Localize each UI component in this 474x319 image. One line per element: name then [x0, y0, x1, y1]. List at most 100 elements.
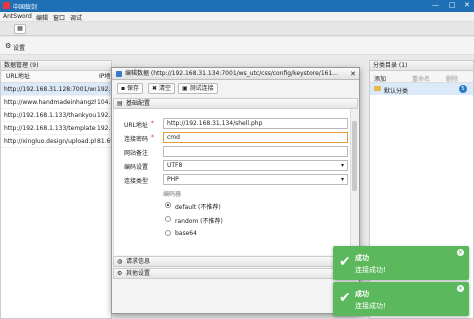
add-category-button[interactable]: 添加	[374, 74, 386, 83]
row-ip: 192.16	[97, 125, 111, 132]
edit-data-dialog: 编辑数据 (http://192.168.31.134:7001/ws_utc/…	[111, 67, 360, 314]
menu-debug[interactable]: 调试	[70, 13, 82, 22]
close-icon[interactable]: ✕	[457, 249, 464, 256]
table-row[interactable]: http://192.168.1.133/templates/b192.16	[1, 122, 111, 135]
request-info-section[interactable]: 请求信息	[113, 256, 358, 267]
clear-label: 清空	[158, 85, 171, 92]
clear-button[interactable]: ✖ 清空	[148, 83, 175, 94]
save-button[interactable]: ▪ 保存	[117, 83, 144, 94]
data-management-panel: 数据管理 (9) URL地址 IP地址 http://192.168.31.12…	[0, 60, 112, 319]
chevron-down-icon: ▾	[340, 162, 344, 169]
row-ip: 104.2	[97, 99, 111, 106]
row-url: http://192.168.31.128:7001/ws_u	[4, 86, 96, 93]
encoder-group: default (不推荐) random (不推荐) base64	[114, 199, 314, 249]
toast-title: 成功	[355, 254, 369, 262]
table-header: URL地址 IP地址	[1, 71, 111, 92]
test-connection-button[interactable]: ▣ 测试连接	[178, 83, 218, 94]
gear-icon: ⚙	[5, 42, 12, 50]
encoder-option-default[interactable]: default (不推荐)	[165, 201, 315, 211]
test-label: 测试连接	[189, 85, 214, 92]
table-row[interactable]: http://192.168.1.133/thankyou.ph192.16	[1, 109, 111, 122]
encoder-option-base64[interactable]: base64	[165, 229, 315, 238]
rename-category-button[interactable]: 重命名	[412, 74, 430, 83]
close-window-button[interactable]: ✕	[464, 1, 470, 10]
close-icon[interactable]: ✕	[350, 68, 356, 80]
list-icon: ▤	[117, 100, 123, 107]
basic-config-form: URL地址 * http://192.168.31.134/shell.php …	[113, 109, 358, 255]
row-ip: 192.16	[97, 112, 111, 119]
toast-message: 连接成功!	[355, 302, 386, 310]
row-ip: 81.69	[97, 138, 111, 145]
close-icon[interactable]: ✕	[457, 285, 464, 292]
scrollbar-thumb[interactable]	[352, 121, 357, 191]
table-row[interactable]: http://192.168.31.128:7001/ws_u192.16	[1, 83, 111, 96]
encoding-value: UTF8	[167, 162, 183, 169]
toast-title: 成功	[355, 290, 369, 298]
encoder-label: 编码器	[163, 191, 182, 198]
test-icon: ▣	[182, 85, 188, 92]
url-input[interactable]: http://192.168.31.134/shell.php	[163, 118, 348, 129]
category-label: 默认分类	[384, 88, 409, 95]
settings-button[interactable]: 设置	[13, 43, 25, 52]
category-item[interactable]: 默认分类 5	[370, 83, 473, 95]
cog-icon: ⚙	[117, 270, 123, 277]
radio-default[interactable]	[165, 202, 171, 208]
category-panel: 分类目录 (1) 添加 重命名 删除 默认分类 5	[369, 60, 474, 319]
minimize-button[interactable]: —	[432, 1, 439, 10]
table-row[interactable]: http://xingluo.design/upload.php81.69	[1, 135, 111, 148]
radio-random[interactable]	[165, 216, 171, 222]
grid-icon[interactable]: ▦	[14, 24, 26, 34]
check-icon: ✔	[339, 290, 351, 306]
toast-message: 连接成功!	[355, 266, 386, 274]
check-icon: ✔	[339, 254, 351, 270]
dialog-title: 编辑数据 (http://192.168.31.134:7001/ws_utc/…	[125, 70, 338, 77]
required-mark: *	[151, 120, 154, 127]
category-toolbar: 添加 重命名 删除	[370, 71, 473, 83]
encoder-option-random[interactable]: random (不推荐)	[165, 215, 315, 225]
password-label: 连接密码	[124, 136, 149, 143]
window-title: 中国蚁剑	[13, 4, 38, 11]
toolbar: ⚙ 设置	[0, 37, 474, 55]
basic-config-section[interactable]: 基础配置	[113, 98, 358, 109]
save-label: 保存	[127, 85, 140, 92]
tab-bar: ▦	[0, 22, 474, 36]
chevron-down-icon: ▾	[340, 176, 344, 183]
folder-icon	[374, 86, 381, 91]
count-badge: 5	[459, 85, 467, 93]
menu-antsword[interactable]: AntSword	[3, 13, 32, 20]
required-mark: *	[151, 134, 154, 141]
globe-icon: ◍	[117, 258, 123, 265]
panel-title: 分类目录 (1)	[370, 61, 473, 71]
menu-bar: AntSword 编辑 窗口 调试	[0, 12, 474, 22]
window-titlebar: 中国蚁剑 — □ ✕	[0, 0, 474, 12]
section-label: 请求信息	[126, 258, 151, 265]
dialog-header: 编辑数据 (http://192.168.31.134:7001/ws_utc/…	[112, 68, 359, 80]
row-url: http://www.handmadeinhangzhou.	[4, 99, 96, 106]
url-label: URL地址	[124, 122, 148, 129]
maximize-button[interactable]: □	[449, 1, 456, 10]
panel-title: 数据管理 (9)	[1, 61, 111, 71]
form-scrollbar[interactable]	[350, 109, 358, 255]
password-input[interactable]: cmd	[163, 132, 348, 143]
row-url: http://xingluo.design/upload.php	[4, 138, 96, 145]
app-icon	[3, 2, 10, 9]
encoding-select[interactable]: UTF8 ▾	[163, 160, 348, 171]
section-label: 基础配置	[126, 100, 151, 107]
row-url: http://192.168.1.133/thankyou.ph	[4, 112, 96, 119]
other-settings-section[interactable]: 其他设置	[113, 268, 358, 279]
radio-base64[interactable]	[165, 230, 171, 236]
encoder-default-label: default (不推荐)	[175, 204, 221, 211]
note-input[interactable]	[163, 146, 348, 157]
section-label: 其他设置	[126, 270, 151, 277]
delete-category-button[interactable]: 删除	[446, 74, 458, 83]
type-select[interactable]: PHP ▾	[163, 174, 348, 185]
edit-icon	[116, 71, 122, 77]
row-url: http://192.168.1.133/templates/b	[4, 125, 96, 132]
encoding-label: 编码设置	[124, 164, 149, 171]
column-url[interactable]: URL地址	[6, 71, 30, 83]
note-label: 网站备注	[124, 150, 149, 157]
encoder-base64-label: base64	[175, 230, 197, 237]
menu-edit[interactable]: 编辑	[36, 13, 48, 22]
table-row[interactable]: http://www.handmadeinhangzhou.104.2	[1, 96, 111, 109]
menu-window[interactable]: 窗口	[53, 13, 65, 22]
